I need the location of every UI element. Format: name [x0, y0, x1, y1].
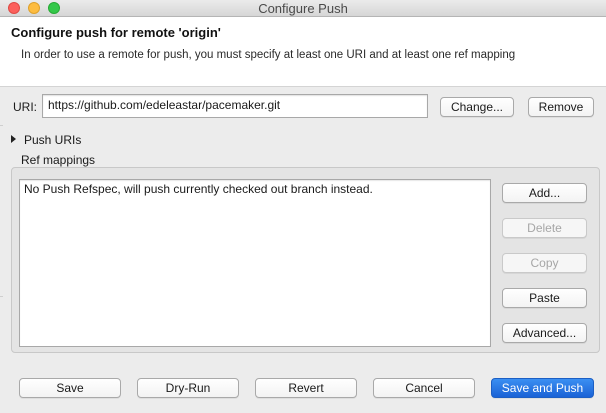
- window-title: Configure Push: [258, 1, 348, 16]
- dry-run-button[interactable]: Dry-Run: [137, 378, 239, 398]
- ref-mappings-empty-text: No Push Refspec, will push currently che…: [24, 182, 373, 196]
- background-window-edge: [0, 296, 3, 297]
- push-uris-toggle[interactable]: Push URIs: [24, 133, 81, 147]
- copy-refspec-button[interactable]: Copy: [502, 253, 587, 273]
- remove-uri-button[interactable]: Remove: [528, 97, 594, 117]
- paste-refspec-button[interactable]: Paste: [502, 288, 587, 308]
- disclosure-triangle-icon[interactable]: [11, 135, 16, 143]
- save-and-push-button[interactable]: Save and Push: [491, 378, 594, 398]
- window-titlebar: Configure Push: [0, 0, 606, 17]
- advanced-button[interactable]: Advanced...: [502, 323, 587, 343]
- background-window-edge: [0, 125, 3, 126]
- delete-refspec-button[interactable]: Delete: [502, 218, 587, 238]
- dialog-title: Configure push for remote 'origin': [11, 25, 221, 40]
- cancel-button[interactable]: Cancel: [373, 378, 475, 398]
- ref-mappings-label: Ref mappings: [21, 153, 96, 167]
- uri-field[interactable]: https://github.com/edeleastar/pacemaker.…: [42, 94, 428, 118]
- dialog-description: In order to use a remote for push, you m…: [21, 49, 516, 61]
- dialog-header: Configure push for remote 'origin' In or…: [0, 17, 606, 87]
- change-uri-button[interactable]: Change...: [440, 97, 514, 117]
- uri-label: URI:: [13, 100, 37, 114]
- add-refspec-button[interactable]: Add...: [502, 183, 587, 203]
- ref-mappings-list[interactable]: No Push Refspec, will push currently che…: [19, 179, 491, 347]
- revert-button[interactable]: Revert: [255, 378, 357, 398]
- save-button[interactable]: Save: [19, 378, 121, 398]
